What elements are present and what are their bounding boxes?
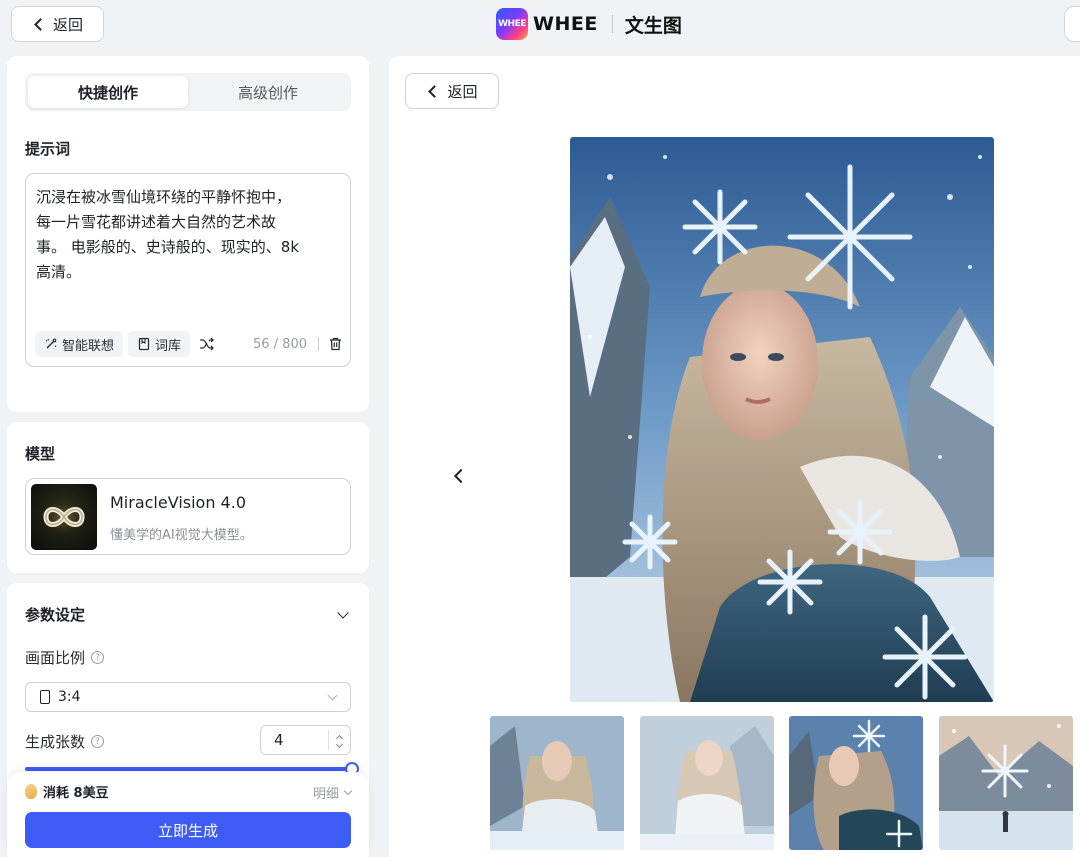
snow-portrait-image: [570, 137, 994, 702]
model-selector[interactable]: MiracleVision 4.0 懂美学的AI视觉大模型。: [25, 478, 351, 555]
thumbnail-image-2: [640, 716, 774, 850]
model-name: MiracleVision 4.0: [110, 493, 246, 512]
thumbnail-4[interactable]: [939, 716, 1073, 850]
back-button[interactable]: 返回: [11, 6, 104, 42]
smart-assoc-button[interactable]: 智能联想: [35, 331, 124, 357]
chevron-down-icon: [327, 690, 338, 700]
generated-image-main[interactable]: [570, 137, 994, 702]
prompt-section-title: 提示词: [25, 140, 71, 158]
lexicon-button[interactable]: 词库: [128, 331, 191, 357]
portrait-ratio-icon: [40, 690, 50, 704]
shuffle-button[interactable]: [195, 332, 219, 356]
result-back-label: 返回: [447, 82, 478, 101]
chevron-left-icon: [453, 468, 469, 484]
prompt-panel: 快捷创作 高级创作 提示词 沉浸在被冰雪仙境环绕的平静怀抱中， 每一片雪花都讲述…: [7, 56, 369, 412]
smart-assoc-label: 智能联想: [62, 338, 115, 354]
cost-label: 消耗 8美豆: [43, 786, 109, 801]
whee-logo-icon: WHEE: [496, 8, 528, 40]
page-title: 文生图: [624, 14, 682, 37]
count-label: 生成张数: [25, 733, 86, 751]
book-icon: [138, 337, 150, 351]
lexicon-label: 词库: [155, 338, 182, 354]
prompt-toolbar: 智能联想 词库 56 / 800: [35, 330, 343, 358]
logo-text: WHEE: [498, 19, 526, 29]
toolbar-divider: [318, 337, 319, 351]
prompt-input[interactable]: 沉浸在被冰雪仙境环绕的平静怀抱中， 每一片雪花都讲述着大自然的艺术故 事。 电影…: [25, 173, 351, 367]
help-icon[interactable]: ?: [91, 735, 105, 748]
clear-prompt-button[interactable]: [327, 336, 343, 352]
model-panel: 模型 MiracleVision 4.0 懂美学的AI视觉大模型。: [7, 422, 369, 573]
bean-icon: [25, 784, 37, 799]
generate-bar: 消耗 8美豆 明细 立即生成: [7, 772, 369, 857]
params-toggle[interactable]: 参数设定: [25, 604, 351, 625]
tab-quick-create[interactable]: 快捷创作: [28, 76, 188, 108]
brand: WHEE WHEE 文生图: [496, 8, 682, 40]
brand-divider: [611, 15, 613, 33]
shuffle-icon: [200, 337, 214, 351]
thumbnail-image-1: [490, 716, 624, 850]
cost-info: 消耗 8美豆: [25, 782, 109, 801]
char-counter: 56 / 800: [253, 336, 307, 352]
count-slider[interactable]: [25, 762, 359, 776]
cost-detail-toggle[interactable]: 明细: [312, 783, 353, 802]
chevron-left-icon: [34, 17, 47, 31]
help-icon[interactable]: ?: [91, 651, 105, 664]
aspect-ratio-value: 3:4: [58, 689, 81, 705]
model-thumbnail: [31, 484, 97, 550]
count-value[interactable]: 4: [274, 731, 284, 749]
stepper-arrows[interactable]: [328, 730, 350, 750]
thumbnail-image-3: [789, 716, 923, 850]
brand-name: WHEE: [533, 13, 598, 35]
tab-advanced-create[interactable]: 高级创作: [188, 76, 348, 108]
count-stepper[interactable]: 4: [260, 725, 351, 755]
result-area: 返回: [389, 56, 1080, 857]
result-back-button[interactable]: 返回: [405, 73, 499, 109]
back-button-label: 返回: [52, 15, 83, 34]
chevron-down-icon[interactable]: [335, 740, 344, 748]
top-right-button[interactable]: [1064, 6, 1080, 42]
model-section-title: 模型: [25, 445, 56, 463]
aspect-label: 画面比例: [25, 649, 86, 667]
trash-icon: [329, 337, 341, 351]
params-section-title: 参数设定: [25, 606, 86, 624]
chevron-left-icon: [428, 84, 442, 98]
thumbnail-image-4: [939, 716, 1073, 850]
chevron-down-icon: [337, 606, 349, 619]
generate-button[interactable]: 立即生成: [25, 812, 351, 848]
magic-wand-icon: [45, 338, 57, 349]
infinity-logo-icon: [36, 497, 92, 537]
chevron-down-icon: [343, 786, 353, 796]
aspect-ratio-select[interactable]: 3:4: [25, 682, 351, 712]
thumbnail-3[interactable]: [789, 716, 923, 850]
prev-image-button[interactable]: [447, 464, 471, 488]
model-description: 懂美学的AI视觉大模型。: [110, 528, 253, 543]
detail-label: 明细: [312, 787, 339, 802]
thumbnail-1[interactable]: [490, 716, 624, 850]
thumbnail-2[interactable]: [640, 716, 774, 850]
mode-tabs: 快捷创作 高级创作: [25, 73, 351, 111]
top-bar: 返回 WHEE WHEE 文生图: [0, 0, 1080, 48]
count-label-row: 生成张数 ?: [25, 731, 105, 752]
prompt-text[interactable]: 沉浸在被冰雪仙境环绕的平静怀抱中， 每一片雪花都讲述着大自然的艺术故 事。 电影…: [36, 185, 306, 285]
aspect-label-row: 画面比例 ?: [25, 647, 105, 668]
